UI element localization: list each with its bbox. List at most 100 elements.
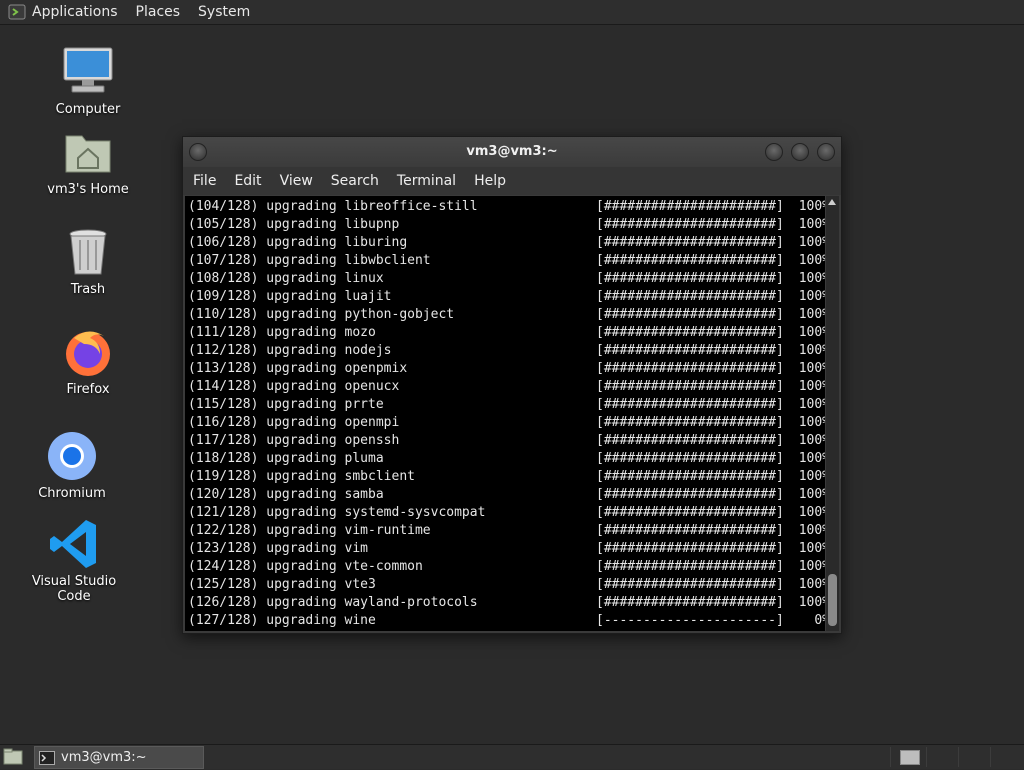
progress-bar-text: [######################] — [596, 415, 784, 430]
progress-percent: 100% — [798, 541, 825, 556]
terminal-logo-icon[interactable] — [8, 3, 26, 21]
package-progress-text: (114/128) upgrading openucx — [188, 379, 400, 394]
progress-bar-text: [######################] — [596, 253, 784, 268]
places-menu[interactable]: Places — [136, 4, 181, 20]
package-progress-text: (118/128) upgrading pluma — [188, 451, 384, 466]
package-progress-text: (123/128) upgrading vim — [188, 541, 369, 556]
menu-view[interactable]: View — [280, 173, 313, 189]
progress-bar-text: [######################] — [596, 505, 784, 520]
scroll-thumb[interactable] — [828, 574, 837, 626]
chromium-icon — [48, 432, 96, 480]
title-bar[interactable]: vm3@vm3:~ — [183, 137, 841, 167]
progress-bar-text: [######################] — [596, 361, 784, 376]
workspace-4[interactable] — [990, 747, 1021, 767]
progress-percent: 100% — [798, 343, 825, 358]
desktop-icon-label: Visual Studio Code — [31, 574, 117, 604]
progress-percent: 100% — [798, 307, 825, 322]
progress-bar-text: [######################] — [596, 217, 784, 232]
desktop-icon-computer[interactable]: Computer — [33, 44, 143, 117]
package-progress-text: (106/128) upgrading liburing — [188, 235, 408, 250]
package-progress-text: (119/128) upgrading smbclient — [188, 469, 415, 484]
terminal-menu-bar: File Edit View Search Terminal Help — [183, 167, 841, 195]
menu-search[interactable]: Search — [331, 173, 379, 189]
progress-percent: 100% — [798, 559, 825, 574]
progress-bar-text: [######################] — [596, 379, 784, 394]
terminal-output[interactable]: (104/128) upgrading libreoffice-still [##… — [185, 196, 825, 631]
package-progress-text: (124/128) upgrading vte-common — [188, 559, 423, 574]
progress-percent: 100% — [798, 199, 825, 214]
package-progress-text: (104/128) upgrading libreoffice-still — [188, 199, 478, 214]
package-progress-text: (117/128) upgrading openssh — [188, 433, 400, 448]
system-menu[interactable]: System — [198, 4, 250, 20]
desktop-icon-trash[interactable]: Trash — [33, 224, 143, 297]
progress-percent: 100% — [798, 415, 825, 430]
computer-icon — [63, 47, 113, 93]
show-desktop-icon[interactable] — [3, 748, 23, 766]
terminal-window[interactable]: vm3@vm3:~ File Edit View Search Terminal… — [182, 136, 842, 634]
progress-bar-text: [######################] — [596, 577, 784, 592]
desktop-icon-chromium[interactable]: Chromium — [17, 428, 127, 501]
maximize-button[interactable] — [791, 143, 809, 161]
bottom-panel: vm3@vm3:~ — [0, 744, 1024, 769]
progress-bar-text: [######################] — [596, 523, 784, 538]
applications-menu[interactable]: Applications — [32, 4, 118, 20]
progress-percent: 100% — [798, 523, 825, 538]
progress-percent: 100% — [798, 487, 825, 502]
trash-icon — [69, 229, 107, 275]
package-progress-text: (111/128) upgrading mozo — [188, 325, 376, 340]
minimize-button[interactable] — [765, 143, 783, 161]
progress-bar-text: [######################] — [596, 289, 784, 304]
menu-help[interactable]: Help — [474, 173, 506, 189]
progress-bar-text: [######################] — [596, 235, 784, 250]
progress-percent: 100% — [798, 253, 825, 268]
desktop-icon-firefox[interactable]: Firefox — [33, 324, 143, 397]
menu-edit[interactable]: Edit — [234, 173, 261, 189]
progress-bar-text: [----------------------] — [596, 613, 784, 628]
package-progress-text: (120/128) upgrading samba — [188, 487, 384, 502]
progress-bar-text: [######################] — [596, 199, 784, 214]
desktop-icon-label: Computer — [55, 102, 121, 117]
workspace-1[interactable] — [890, 747, 921, 767]
progress-bar-text: [######################] — [596, 559, 784, 574]
progress-percent: 100% — [798, 469, 825, 484]
desktop-icon-vscode[interactable]: Visual Studio Code — [19, 516, 129, 604]
progress-percent: 100% — [798, 451, 825, 466]
close-button[interactable] — [817, 143, 835, 161]
progress-bar-text: [######################] — [596, 541, 784, 556]
menu-file[interactable]: File — [193, 173, 216, 189]
progress-bar-text: [######################] — [596, 343, 784, 358]
firefox-icon — [66, 331, 110, 376]
progress-percent: 100% — [798, 433, 825, 448]
workspace-3[interactable] — [958, 747, 989, 767]
desktop-icon-label: Chromium — [38, 486, 106, 501]
workspace-2[interactable] — [926, 747, 957, 767]
terminal-task-icon — [39, 750, 55, 765]
package-progress-text: (115/128) upgrading prrte — [188, 397, 384, 412]
scroll-up-arrow-icon[interactable] — [828, 199, 836, 205]
progress-bar-text: [######################] — [596, 325, 784, 340]
progress-bar-text: [######################] — [596, 487, 784, 502]
progress-bar-text: [######################] — [596, 595, 784, 610]
progress-bar-text: [######################] — [596, 469, 784, 484]
package-progress-text: (110/128) upgrading python-gobject — [188, 307, 455, 322]
progress-bar-text: [######################] — [596, 271, 784, 286]
progress-bar-text: [######################] — [596, 307, 784, 322]
scrollbar[interactable] — [826, 196, 839, 631]
progress-percent: 100% — [798, 577, 825, 592]
menu-terminal[interactable]: Terminal — [397, 173, 456, 189]
taskbar-terminal-item[interactable]: vm3@vm3:~ — [34, 746, 204, 769]
progress-bar-text: [######################] — [596, 433, 784, 448]
desktop-icon-home[interactable]: vm3's Home — [33, 124, 143, 197]
package-progress-text: (108/128) upgrading linux — [188, 271, 384, 286]
package-progress-text: (125/128) upgrading vte3 — [188, 577, 376, 592]
desktop-icon-label: Firefox — [66, 382, 110, 397]
progress-percent: 100% — [798, 325, 825, 340]
vscode-icon — [50, 520, 96, 568]
home-folder-icon — [65, 135, 111, 173]
package-progress-text: (107/128) upgrading libwbclient — [188, 253, 431, 268]
window-title: vm3@vm3:~ — [466, 144, 558, 159]
progress-percent: 100% — [798, 217, 825, 232]
progress-percent: 100% — [798, 379, 825, 394]
package-progress-text: (112/128) upgrading nodejs — [188, 343, 392, 358]
package-progress-text: (126/128) upgrading wayland-protocols — [188, 595, 478, 610]
